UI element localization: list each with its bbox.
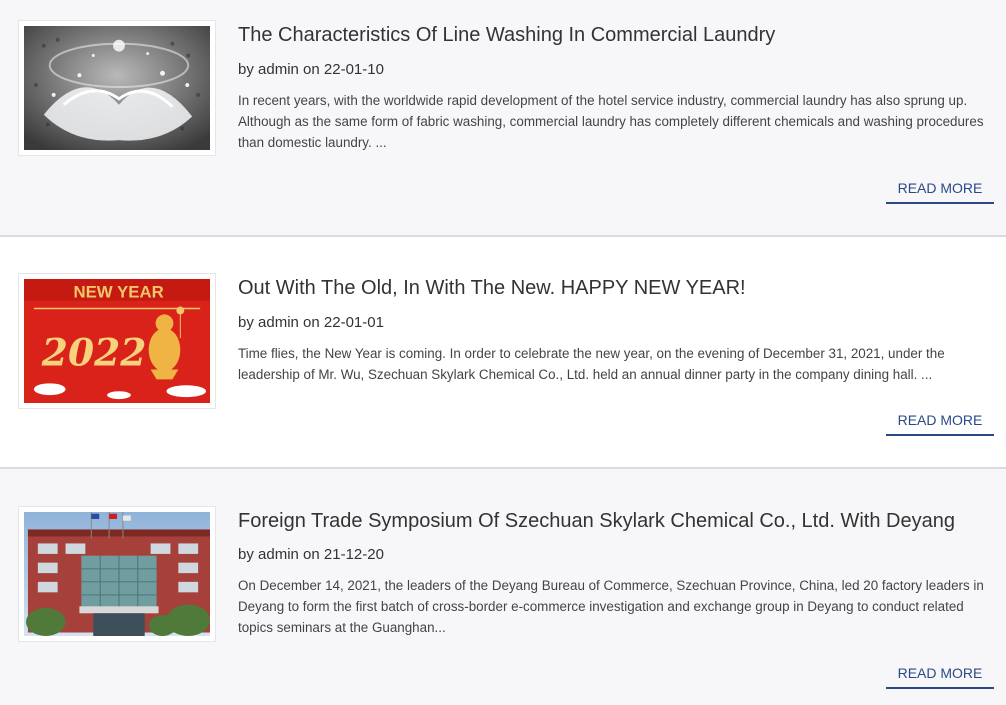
post-title[interactable]: Out With The Old, In With The New. HAPPY… bbox=[238, 277, 746, 300]
office-building-image bbox=[24, 512, 210, 636]
post-excerpt: In recent years, with the worldwide rapi… bbox=[238, 93, 984, 150]
read-more-link[interactable]: READ MORE bbox=[886, 180, 994, 204]
by-label: by bbox=[238, 314, 254, 331]
on-label: on bbox=[303, 546, 320, 563]
post-byline: by admin on 21-12-20 bbox=[238, 546, 384, 563]
by-label: by bbox=[238, 61, 254, 78]
post-byline: by admin on 22-01-01 bbox=[238, 314, 384, 331]
post-excerpt: On December 14, 2021, the leaders of the… bbox=[238, 578, 984, 635]
post-date: 22-01-01 bbox=[323, 314, 384, 331]
post-author[interactable]: admin bbox=[258, 546, 299, 563]
post-byline: by admin on 22-01-10 bbox=[238, 61, 384, 78]
post-date: 21-12-20 bbox=[323, 546, 384, 563]
new-year-banner-image: NEW YEAR 2022 bbox=[24, 279, 210, 403]
banner-headline-text: NEW YEAR bbox=[73, 283, 163, 302]
post-title[interactable]: Foreign Trade Symposium Of Szechuan Skyl… bbox=[238, 510, 955, 533]
post-date: 22-01-10 bbox=[323, 61, 384, 78]
banner-year-text: 2022 bbox=[41, 331, 147, 375]
post-excerpt: Time flies, the New Year is coming. In o… bbox=[238, 346, 945, 382]
post-thumbnail[interactable] bbox=[18, 506, 216, 642]
washing-machine-image bbox=[24, 26, 210, 150]
blog-post: Foreign Trade Symposium Of Szechuan Skyl… bbox=[0, 469, 1006, 705]
read-more-link[interactable]: READ MORE bbox=[886, 665, 994, 689]
post-thumbnail[interactable]: NEW YEAR 2022 bbox=[18, 273, 216, 409]
read-more-link[interactable]: READ MORE bbox=[886, 412, 994, 436]
post-thumbnail[interactable] bbox=[18, 20, 216, 156]
blog-post: The Characteristics Of Line Washing In C… bbox=[0, 0, 1006, 237]
post-title[interactable]: The Characteristics Of Line Washing In C… bbox=[238, 24, 775, 47]
post-author[interactable]: admin bbox=[258, 314, 299, 331]
post-author[interactable]: admin bbox=[258, 61, 299, 78]
blog-post: NEW YEAR 2022 Out With The Old, In With … bbox=[0, 237, 1006, 469]
by-label: by bbox=[238, 546, 254, 563]
on-label: on bbox=[303, 314, 320, 331]
on-label: on bbox=[303, 61, 320, 78]
